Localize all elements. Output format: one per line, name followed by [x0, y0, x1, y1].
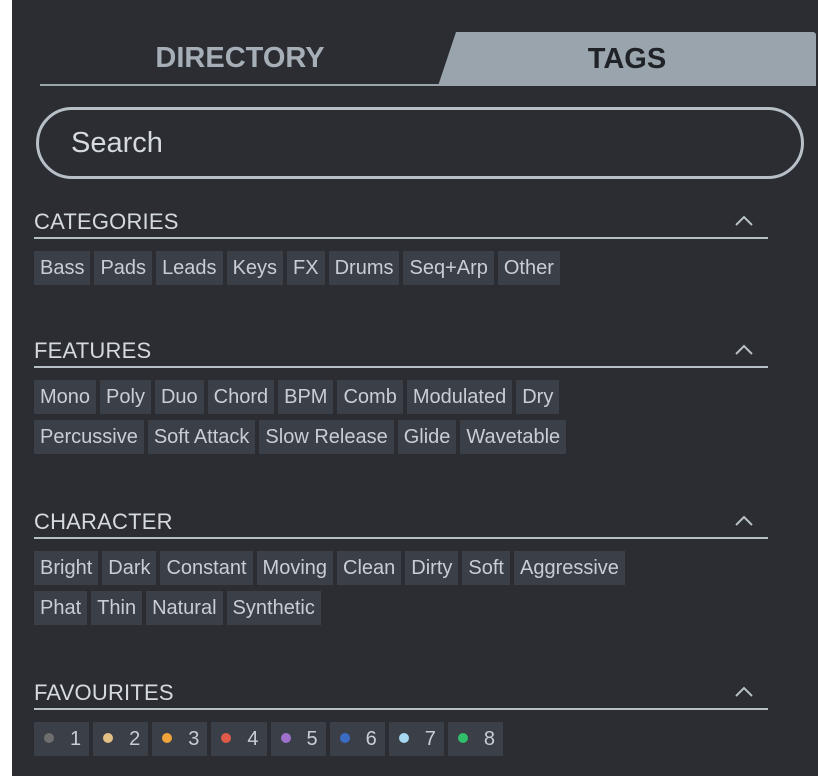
- favourite-label: 7: [424, 728, 436, 750]
- favourite-row: 1 2 3 4 5 6 7 8: [34, 722, 768, 756]
- tab-directory[interactable]: DIRECTORY: [40, 32, 440, 86]
- tab-tags[interactable]: TAGS: [438, 32, 816, 86]
- favourite-chip-6[interactable]: 6: [329, 722, 385, 756]
- tag-chip-glide[interactable]: Glide: [397, 420, 457, 454]
- favourite-chip-4[interactable]: 4: [211, 722, 267, 756]
- favourite-label: 6: [365, 728, 377, 750]
- section-header[interactable]: FEATURES: [34, 328, 768, 368]
- tag-chip-percussive[interactable]: Percussive: [34, 420, 144, 454]
- favourite-label: 8: [483, 728, 495, 750]
- color-dot-icon: [339, 732, 350, 743]
- favourite-chip-5[interactable]: 5: [270, 722, 326, 756]
- tag-chip-thin[interactable]: Thin: [91, 591, 143, 625]
- tag-chip-other[interactable]: Other: [497, 251, 560, 285]
- chevron-up-icon[interactable]: [734, 515, 754, 527]
- favourite-chip-8[interactable]: 8: [447, 722, 503, 756]
- tag-chip-poly[interactable]: Poly: [100, 380, 151, 414]
- tag-chip-constant[interactable]: Constant: [160, 551, 253, 585]
- tag-chip-modulated[interactable]: Modulated: [406, 380, 513, 414]
- tag-chip-chord[interactable]: Chord: [207, 380, 275, 414]
- tag-chip-moving[interactable]: Moving: [256, 551, 334, 585]
- section-categories: CATEGORIES Bass Pads Leads Keys FX Drums Seq+A…: [34, 199, 768, 291]
- tag-chip-natural[interactable]: Natural: [146, 591, 223, 625]
- section-header[interactable]: FAVOURITES: [34, 670, 768, 710]
- search-box[interactable]: [36, 107, 804, 179]
- favourite-label: 1: [70, 728, 82, 750]
- favourite-label: 3: [188, 728, 200, 750]
- tag-chip-bass[interactable]: Bass: [34, 251, 91, 285]
- favourite-list: 1 2 3 4 5 6 7 8: [34, 722, 768, 756]
- tag-row: Mono Poly Duo Chord BPM Comb Modulated Dry: [34, 380, 768, 414]
- tag-list: Bright Dark Constant Moving Clean Dirty Soft Ag…: [34, 551, 768, 625]
- tag-chip-soft[interactable]: Soft: [462, 551, 510, 585]
- tag-chip-bright[interactable]: Bright: [34, 551, 99, 585]
- tag-list: Mono Poly Duo Chord BPM Comb Modulated Dry Percu…: [34, 380, 768, 454]
- tag-list: Bass Pads Leads Keys FX Drums Seq+Arp Other: [34, 251, 768, 285]
- section-title: FEATURES: [34, 338, 152, 363]
- tag-chip-clean[interactable]: Clean: [337, 551, 402, 585]
- tag-chip-dirty[interactable]: Dirty: [405, 551, 459, 585]
- section-title: CATEGORIES: [34, 209, 179, 234]
- chevron-up-icon[interactable]: [734, 344, 754, 356]
- tag-chip-phat[interactable]: Phat: [34, 591, 88, 625]
- tag-chip-leads[interactable]: Leads: [156, 251, 223, 285]
- color-dot-icon: [162, 732, 173, 743]
- section-header[interactable]: CATEGORIES: [34, 199, 768, 239]
- tag-row: Bass Pads Leads Keys FX Drums Seq+Arp Other: [34, 251, 768, 285]
- color-dot-icon: [398, 732, 409, 743]
- section-header[interactable]: CHARACTER: [34, 499, 768, 539]
- tag-chip-dark[interactable]: Dark: [102, 551, 157, 585]
- favourite-label: 4: [247, 728, 259, 750]
- tag-chip-wavetable[interactable]: Wavetable: [460, 420, 567, 454]
- tag-chip-comb[interactable]: Comb: [337, 380, 403, 414]
- favourite-chip-7[interactable]: 7: [388, 722, 444, 756]
- tag-chip-slow-release[interactable]: Slow Release: [259, 420, 394, 454]
- tag-row: Phat Thin Natural Synthetic: [34, 591, 768, 625]
- tag-chip-dry[interactable]: Dry: [516, 380, 560, 414]
- section-title: FAVOURITES: [34, 680, 174, 705]
- tag-chip-aggressive[interactable]: Aggressive: [513, 551, 625, 585]
- section-title: CHARACTER: [34, 509, 173, 534]
- tag-chip-keys[interactable]: Keys: [226, 251, 284, 285]
- favourite-chip-3[interactable]: 3: [152, 722, 208, 756]
- section-features: FEATURES Mono Poly Duo Chord BPM Comb Modulate…: [34, 328, 768, 460]
- color-dot-icon: [44, 732, 54, 743]
- tag-chip-duo[interactable]: Duo: [154, 380, 204, 414]
- favourite-label: 5: [306, 728, 318, 750]
- tag-chip-soft-attack[interactable]: Soft Attack: [147, 420, 256, 454]
- favourite-chip-1[interactable]: 1: [34, 722, 90, 756]
- chevron-up-icon[interactable]: [734, 686, 754, 698]
- search-input[interactable]: [71, 126, 671, 160]
- color-dot-icon: [457, 732, 468, 743]
- tab-bar: DIRECTORY TAGS: [40, 32, 816, 86]
- tag-chip-fx[interactable]: FX: [287, 251, 325, 285]
- tag-chip-pads[interactable]: Pads: [94, 251, 153, 285]
- chevron-up-icon[interactable]: [734, 215, 754, 227]
- favourite-chip-2[interactable]: 2: [93, 722, 149, 756]
- tag-row: Percussive Soft Attack Slow Release Glide Wa…: [34, 420, 768, 454]
- tag-row: Bright Dark Constant Moving Clean Dirty Soft Ag…: [34, 551, 768, 585]
- favourite-label: 2: [129, 728, 141, 750]
- section-favourites: FAVOURITES 1 2 3 4 5 6 7 8: [34, 670, 768, 762]
- tag-chip-synthetic[interactable]: Synthetic: [226, 591, 321, 625]
- color-dot-icon: [221, 732, 232, 743]
- color-dot-icon: [280, 732, 291, 743]
- tag-chip-drums[interactable]: Drums: [328, 251, 400, 285]
- tag-chip-seq-arp[interactable]: Seq+Arp: [403, 251, 494, 285]
- section-character: CHARACTER Bright Dark Constant Moving Clean D…: [34, 499, 768, 631]
- color-dot-icon: [103, 732, 114, 743]
- tag-chip-mono[interactable]: Mono: [34, 380, 97, 414]
- tag-browser-panel: DIRECTORY TAGS CATEGORIES BassPadsLeadsK…: [12, 0, 818, 776]
- tag-chip-bpm[interactable]: BPM: [278, 380, 334, 414]
